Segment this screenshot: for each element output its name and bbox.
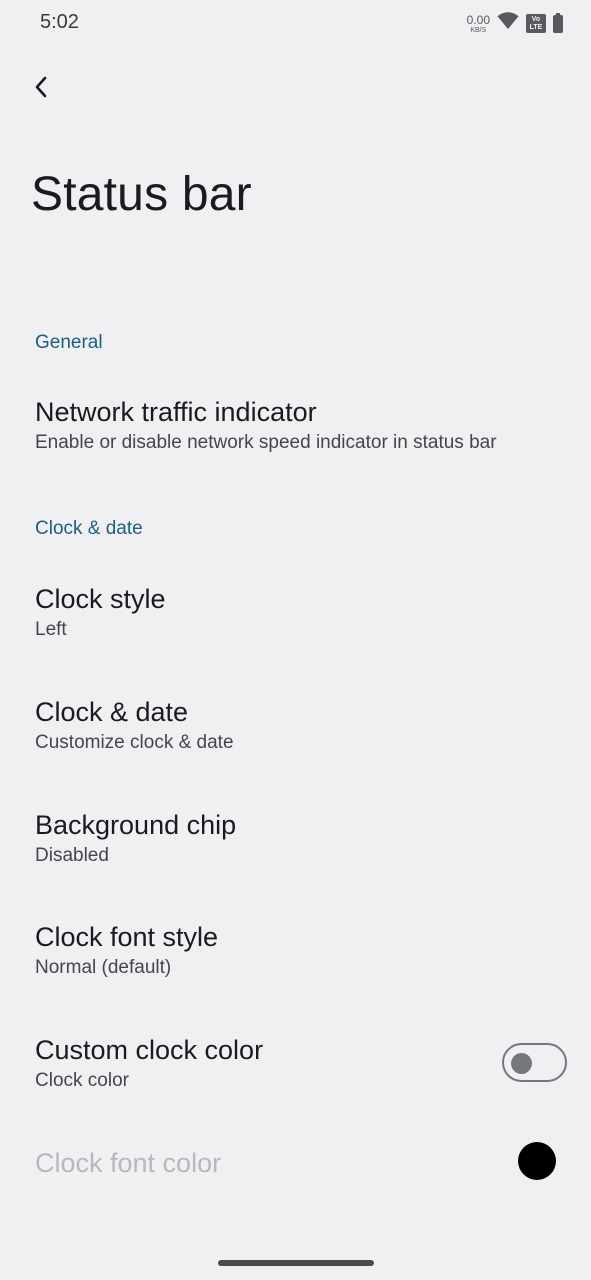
wifi-icon	[497, 12, 519, 35]
pref-title: Network traffic indicator	[35, 397, 317, 427]
clock-font-color-item: Clock font color	[0, 1146, 591, 1180]
pref-title: Clock style	[35, 584, 166, 614]
settings-screen: 5:02 0.00 KB/S Vo LTE Status bar General…	[0, 0, 591, 1280]
switch-thumb	[511, 1053, 532, 1074]
network-traffic-indicator-item[interactable]: Network traffic indicator Enable or disa…	[0, 395, 591, 455]
clock-font-color-swatch	[518, 1142, 556, 1180]
clock-style-item[interactable]: Clock style Left	[0, 582, 591, 642]
pref-title: Clock font style	[35, 922, 219, 952]
clock-font-style-item[interactable]: Clock font style Normal (default)	[0, 920, 591, 980]
back-button[interactable]	[22, 70, 60, 108]
pref-summary: Disabled	[35, 845, 109, 866]
status-icons: 0.00 KB/S Vo LTE	[467, 12, 563, 35]
system-status-bar: 5:02 0.00 KB/S Vo LTE	[0, 0, 591, 46]
custom-clock-color-switch[interactable]	[502, 1043, 567, 1082]
pref-summary: Normal (default)	[35, 957, 172, 978]
category-general-header: General	[35, 332, 103, 353]
status-time: 5:02	[40, 11, 79, 33]
volte-bottom-label: LTE	[529, 23, 543, 31]
category-clock-header: Clock & date	[35, 518, 143, 539]
network-speed-value: 0.00	[466, 12, 490, 27]
background-chip-item[interactable]: Background chip Disabled	[0, 808, 591, 868]
pref-title: Clock font color	[35, 1148, 222, 1178]
back-arrow-icon	[33, 75, 49, 104]
pref-title: Background chip	[35, 810, 237, 840]
volte-top-label: Vo	[531, 15, 541, 23]
clock-date-item[interactable]: Clock & date Customize clock & date	[0, 695, 591, 755]
pref-summary: Left	[35, 619, 67, 640]
pref-summary: Enable or disable network speed indicato…	[35, 432, 497, 453]
pref-summary: Customize clock & date	[35, 732, 234, 753]
pref-title: Clock & date	[35, 697, 189, 727]
page-title: Status bar	[31, 168, 252, 221]
gesture-nav-handle[interactable]	[218, 1260, 374, 1266]
network-speed-unit: KB/S	[470, 26, 487, 34]
network-speed-indicator: 0.00 KB/S	[467, 14, 490, 34]
battery-icon	[553, 13, 563, 33]
volte-icon: Vo LTE	[526, 14, 546, 33]
